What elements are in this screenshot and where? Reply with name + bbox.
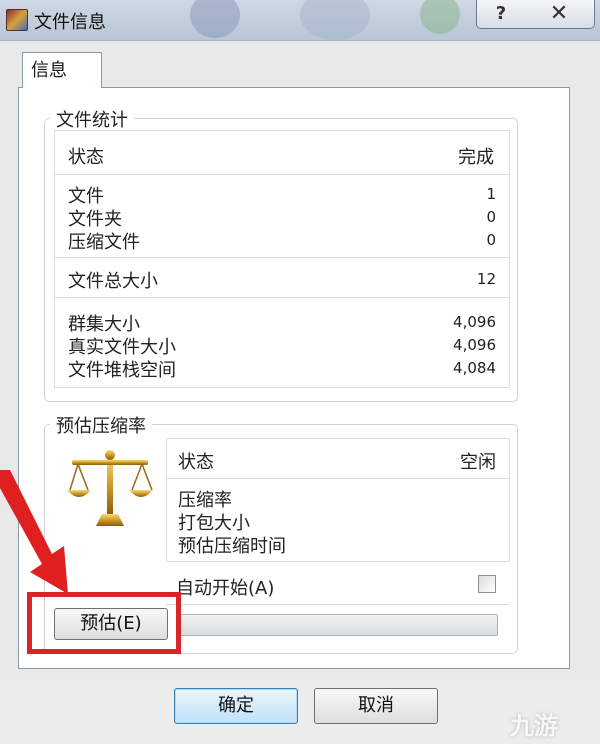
estimate-progress-bar	[176, 614, 498, 636]
close-button[interactable]: ✕	[524, 0, 595, 29]
divider	[55, 297, 509, 298]
auto-start-label[interactable]: 自动开始(A)	[176, 574, 274, 600]
divider	[55, 257, 509, 258]
ok-button[interactable]: 确定	[174, 688, 298, 724]
cancel-button[interactable]: 取消	[314, 688, 438, 724]
files-value: 1	[486, 185, 496, 203]
estimate-title: 预估压缩率	[50, 412, 152, 438]
tab-info[interactable]: 信息	[22, 52, 102, 88]
archives-label: 压缩文件	[68, 232, 140, 253]
watermark-text: 九游	[510, 712, 558, 740]
background-blur	[300, 0, 370, 40]
estimate-status-value: 空闲	[460, 452, 496, 473]
real-size-value: 4,096	[453, 336, 496, 354]
folders-value: 0	[486, 208, 496, 226]
estimate-button[interactable]: 预估(E)	[54, 608, 168, 640]
winrar-app-icon	[6, 9, 28, 31]
archives-value: 0	[486, 231, 496, 249]
divider	[166, 604, 510, 605]
estimated-time-label: 预估压缩时间	[178, 536, 286, 557]
total-size-label: 文件总大小	[68, 271, 158, 292]
cluster-size-value: 4,096	[453, 313, 496, 331]
watermark-logo: 九游	[510, 706, 558, 741]
arrow-icon	[0, 470, 68, 594]
file-stats-title: 文件统计	[50, 106, 134, 132]
stack-space-label: 文件堆栈空间	[68, 360, 176, 381]
estimate-status-label: 状态	[178, 452, 214, 473]
stack-space-value: 4,084	[453, 359, 496, 377]
background-blur	[190, 0, 240, 38]
window-title: 文件信息	[34, 12, 106, 33]
divider	[167, 478, 509, 479]
file-status-value: 完成	[458, 147, 494, 168]
total-size-value: 12	[476, 270, 496, 288]
help-button[interactable]: ?	[476, 0, 526, 29]
auto-start-checkbox[interactable]	[478, 575, 496, 593]
background-blur	[420, 0, 460, 34]
file-status-label: 状态	[68, 147, 104, 168]
divider	[55, 174, 509, 175]
